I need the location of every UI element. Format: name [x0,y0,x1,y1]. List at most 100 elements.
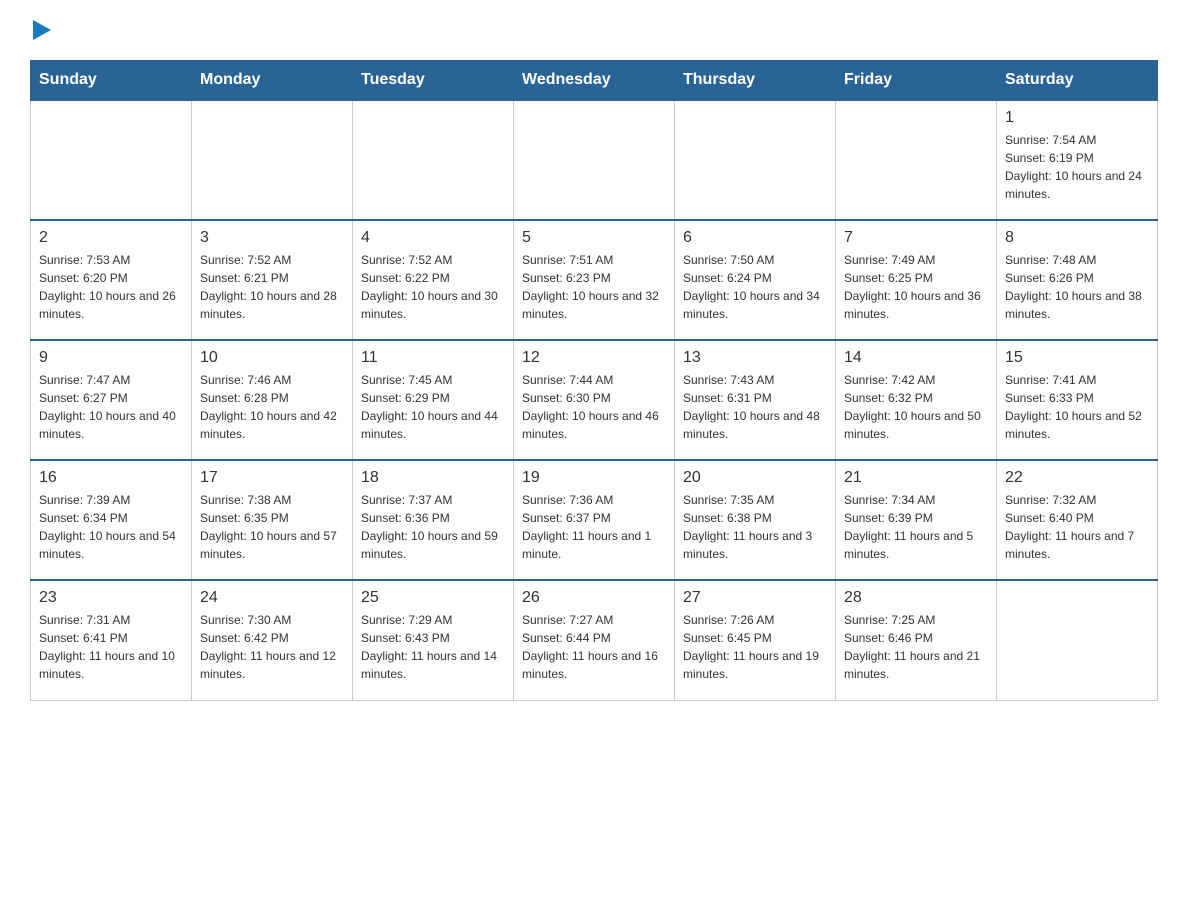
calendar-header-row: SundayMondayTuesdayWednesdayThursdayFrid… [31,61,1158,101]
day-info: Sunrise: 7:52 AMSunset: 6:21 PMDaylight:… [200,251,344,323]
calendar-cell: 3 Sunrise: 7:52 AMSunset: 6:21 PMDaylight… [192,220,353,340]
day-number: 10 [200,349,344,367]
calendar-cell: 18 Sunrise: 7:37 AMSunset: 6:36 PMDayligh… [353,460,514,580]
calendar-cell: 6 Sunrise: 7:50 AMSunset: 6:24 PMDaylight… [675,220,836,340]
calendar-cell [997,580,1158,700]
calendar-cell: 11 Sunrise: 7:45 AMSunset: 6:29 PMDayligh… [353,340,514,460]
day-number: 4 [361,229,505,247]
weekday-header-sunday: Sunday [31,61,192,101]
day-number: 11 [361,349,505,367]
day-number: 3 [200,229,344,247]
day-number: 18 [361,469,505,487]
day-info: Sunrise: 7:31 AMSunset: 6:41 PMDaylight:… [39,611,183,683]
day-info: Sunrise: 7:54 AMSunset: 6:19 PMDaylight:… [1005,131,1149,203]
day-number: 20 [683,469,827,487]
weekday-header-saturday: Saturday [997,61,1158,101]
calendar-cell [836,100,997,220]
calendar-cell: 14 Sunrise: 7:42 AMSunset: 6:32 PMDayligh… [836,340,997,460]
calendar-cell: 7 Sunrise: 7:49 AMSunset: 6:25 PMDaylight… [836,220,997,340]
calendar-cell: 23 Sunrise: 7:31 AMSunset: 6:41 PMDayligh… [31,580,192,700]
calendar-week-row: 23 Sunrise: 7:31 AMSunset: 6:41 PMDayligh… [31,580,1158,700]
day-info: Sunrise: 7:43 AMSunset: 6:31 PMDaylight:… [683,371,827,443]
calendar-cell [353,100,514,220]
day-info: Sunrise: 7:41 AMSunset: 6:33 PMDaylight:… [1005,371,1149,443]
calendar-cell: 19Sunrise: 7:36 AMSunset: 6:37 PMDayligh… [514,460,675,580]
weekday-header-thursday: Thursday [675,61,836,101]
calendar-cell: 28 Sunrise: 7:25 AMSunset: 6:46 PMDayligh… [836,580,997,700]
calendar-cell [31,100,192,220]
day-number: 24 [200,589,344,607]
logo [30,20,51,40]
calendar-cell: 1 Sunrise: 7:54 AMSunset: 6:19 PMDaylight… [997,100,1158,220]
day-info: Sunrise: 7:46 AMSunset: 6:28 PMDaylight:… [200,371,344,443]
day-number: 23 [39,589,183,607]
day-number: 12 [522,349,666,367]
day-info: Sunrise: 7:45 AMSunset: 6:29 PMDaylight:… [361,371,505,443]
calendar-week-row: 2 Sunrise: 7:53 AMSunset: 6:20 PMDaylight… [31,220,1158,340]
calendar-week-row: 16 Sunrise: 7:39 AMSunset: 6:34 PMDayligh… [31,460,1158,580]
day-info: Sunrise: 7:30 AMSunset: 6:42 PMDaylight:… [200,611,344,683]
weekday-header-monday: Monday [192,61,353,101]
weekday-header-friday: Friday [836,61,997,101]
calendar-week-row: 1 Sunrise: 7:54 AMSunset: 6:19 PMDaylight… [31,100,1158,220]
day-info: Sunrise: 7:32 AMSunset: 6:40 PMDaylight:… [1005,491,1149,563]
day-info: Sunrise: 7:36 AMSunset: 6:37 PMDaylight:… [522,491,666,563]
page-header [30,20,1158,40]
calendar-cell: 27 Sunrise: 7:26 AMSunset: 6:45 PMDayligh… [675,580,836,700]
day-number: 13 [683,349,827,367]
day-number: 15 [1005,349,1149,367]
calendar-cell: 10 Sunrise: 7:46 AMSunset: 6:28 PMDayligh… [192,340,353,460]
day-number: 5 [522,229,666,247]
calendar-cell: 4Sunrise: 7:52 AMSunset: 6:22 PMDaylight… [353,220,514,340]
calendar-cell: 16 Sunrise: 7:39 AMSunset: 6:34 PMDayligh… [31,460,192,580]
day-number: 14 [844,349,988,367]
calendar-cell: 21 Sunrise: 7:34 AMSunset: 6:39 PMDayligh… [836,460,997,580]
calendar-cell: 2 Sunrise: 7:53 AMSunset: 6:20 PMDaylight… [31,220,192,340]
day-number: 21 [844,469,988,487]
calendar-cell [192,100,353,220]
day-number: 16 [39,469,183,487]
calendar-cell: 24 Sunrise: 7:30 AMSunset: 6:42 PMDayligh… [192,580,353,700]
day-number: 25 [361,589,505,607]
day-number: 1 [1005,109,1149,127]
day-info: Sunrise: 7:25 AMSunset: 6:46 PMDaylight:… [844,611,988,683]
day-number: 17 [200,469,344,487]
day-number: 7 [844,229,988,247]
day-info: Sunrise: 7:34 AMSunset: 6:39 PMDaylight:… [844,491,988,563]
day-number: 27 [683,589,827,607]
day-number: 22 [1005,469,1149,487]
day-info: Sunrise: 7:51 AMSunset: 6:23 PMDaylight:… [522,251,666,323]
calendar-table: SundayMondayTuesdayWednesdayThursdayFrid… [30,60,1158,701]
calendar-cell: 5 Sunrise: 7:51 AMSunset: 6:23 PMDaylight… [514,220,675,340]
day-info: Sunrise: 7:42 AMSunset: 6:32 PMDaylight:… [844,371,988,443]
day-info: Sunrise: 7:29 AMSunset: 6:43 PMDaylight:… [361,611,505,683]
calendar-cell: 12 Sunrise: 7:44 AMSunset: 6:30 PMDayligh… [514,340,675,460]
calendar-cell: 22 Sunrise: 7:32 AMSunset: 6:40 PMDayligh… [997,460,1158,580]
calendar-cell: 26Sunrise: 7:27 AMSunset: 6:44 PMDayligh… [514,580,675,700]
calendar-cell: 8Sunrise: 7:48 AMSunset: 6:26 PMDaylight… [997,220,1158,340]
calendar-cell [675,100,836,220]
calendar-cell: 20 Sunrise: 7:35 AMSunset: 6:38 PMDayligh… [675,460,836,580]
calendar-cell: 17Sunrise: 7:38 AMSunset: 6:35 PMDayligh… [192,460,353,580]
weekday-header-wednesday: Wednesday [514,61,675,101]
calendar-cell: 25 Sunrise: 7:29 AMSunset: 6:43 PMDayligh… [353,580,514,700]
calendar-cell [514,100,675,220]
day-info: Sunrise: 7:50 AMSunset: 6:24 PMDaylight:… [683,251,827,323]
day-info: Sunrise: 7:26 AMSunset: 6:45 PMDaylight:… [683,611,827,683]
day-number: 26 [522,589,666,607]
day-info: Sunrise: 7:39 AMSunset: 6:34 PMDaylight:… [39,491,183,563]
calendar-cell: 15 Sunrise: 7:41 AMSunset: 6:33 PMDayligh… [997,340,1158,460]
day-info: Sunrise: 7:44 AMSunset: 6:30 PMDaylight:… [522,371,666,443]
day-info: Sunrise: 7:53 AMSunset: 6:20 PMDaylight:… [39,251,183,323]
day-info: Sunrise: 7:49 AMSunset: 6:25 PMDaylight:… [844,251,988,323]
day-number: 2 [39,229,183,247]
day-info: Sunrise: 7:35 AMSunset: 6:38 PMDaylight:… [683,491,827,563]
calendar-week-row: 9 Sunrise: 7:47 AMSunset: 6:27 PMDaylight… [31,340,1158,460]
day-number: 8 [1005,229,1149,247]
day-info: Sunrise: 7:47 AMSunset: 6:27 PMDaylight:… [39,371,183,443]
day-number: 9 [39,349,183,367]
day-number: 28 [844,589,988,607]
day-number: 6 [683,229,827,247]
day-info: Sunrise: 7:37 AMSunset: 6:36 PMDaylight:… [361,491,505,563]
calendar-cell: 13 Sunrise: 7:43 AMSunset: 6:31 PMDayligh… [675,340,836,460]
